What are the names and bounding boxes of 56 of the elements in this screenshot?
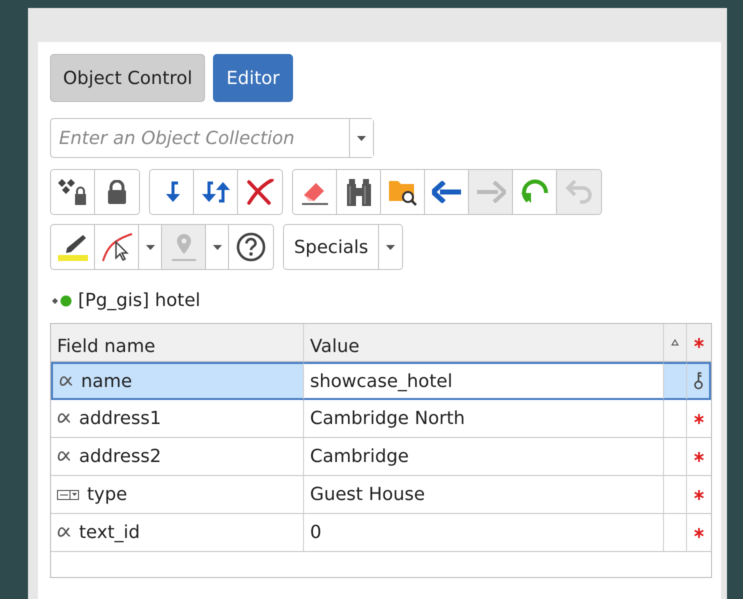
dots-lock-icon — [58, 178, 88, 206]
table-row-field[interactable]: name — [51, 362, 304, 400]
table-row-field[interactable]: address2 — [51, 438, 304, 476]
folder-search-icon — [388, 178, 418, 206]
pen-icon — [56, 233, 88, 261]
dropdown-button[interactable] — [349, 119, 373, 157]
key-icon — [694, 372, 702, 390]
layer-name: [Pg_gis] hotel — [78, 290, 200, 311]
toolbar-button[interactable] — [293, 170, 337, 214]
field-name: address1 — [79, 408, 162, 429]
field-name: type — [87, 484, 128, 505]
toolbar-button[interactable] — [150, 170, 194, 214]
down-arrow-icon — [164, 181, 180, 203]
required-icon — [694, 338, 704, 348]
caret-icon — [386, 244, 396, 250]
required-icon — [694, 490, 704, 500]
list-field-icon — [57, 490, 79, 500]
required-icon — [694, 452, 704, 462]
help-icon — [236, 232, 266, 262]
table-row-field[interactable]: text_id — [51, 514, 304, 552]
table-cell[interactable]: Cambridge North — [304, 400, 664, 438]
undo-icon — [565, 180, 593, 204]
forward-arrow-icon — [476, 181, 506, 203]
column-header[interactable]: Field name — [51, 324, 304, 362]
toolbar-button[interactable] — [51, 225, 95, 269]
lock-icon — [107, 180, 127, 204]
field-name: text_id — [79, 522, 140, 543]
table-cell[interactable]: Cambridge — [304, 438, 664, 476]
table-cell[interactable]: Guest House — [304, 476, 664, 514]
curve-cursor-icon — [100, 232, 132, 262]
caret-icon — [357, 136, 366, 140]
table-row-field[interactable]: address1 — [51, 400, 304, 438]
tab[interactable]: Object Control — [50, 54, 206, 102]
required-icon — [694, 414, 704, 424]
text-field-icon — [57, 527, 71, 538]
text-field-icon — [57, 413, 71, 424]
swap-arrows-icon — [200, 180, 230, 204]
specials-button[interactable]: Specials — [284, 225, 380, 269]
table-cell[interactable]: 0 — [304, 514, 664, 552]
table-row-field[interactable]: type — [51, 476, 304, 514]
caret-icon — [146, 244, 154, 250]
required-icon — [694, 528, 704, 538]
back-arrow-icon — [432, 181, 462, 203]
toolbar-button[interactable] — [51, 170, 95, 214]
table-cell[interactable]: showcase_hotel — [304, 362, 664, 400]
field-name: name — [81, 370, 132, 392]
pin-icon — [170, 232, 198, 262]
text-field-icon — [57, 451, 71, 462]
binoculars-icon — [344, 178, 372, 206]
field-name: address2 — [79, 446, 162, 467]
text-field-icon — [59, 376, 73, 386]
caret-icon — [212, 244, 222, 250]
tab[interactable]: Editor — [213, 54, 293, 102]
delete-icon — [246, 179, 274, 205]
sort-icon[interactable] — [671, 339, 679, 346]
column-header[interactable]: Value — [304, 324, 664, 362]
